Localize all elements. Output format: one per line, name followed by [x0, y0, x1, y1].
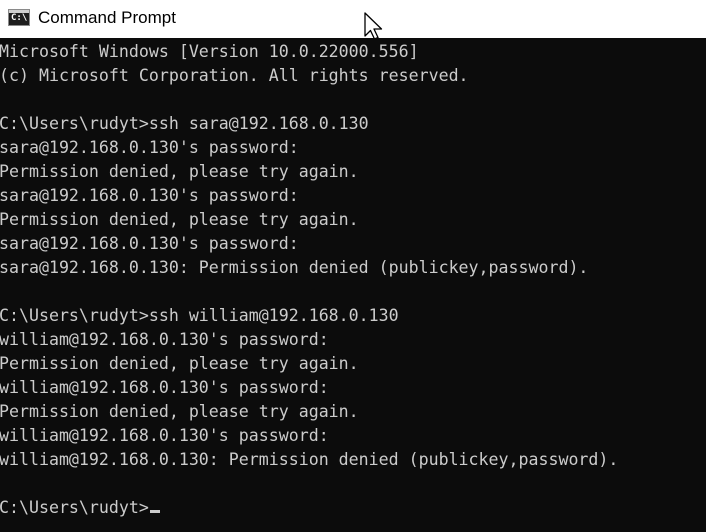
console-line: C:\Users\rudyt>ssh sara@192.168.0.130 — [0, 114, 369, 133]
prompt-line[interactable]: C:\Users\rudyt> — [0, 496, 160, 520]
console-line: sara@192.168.0.130's password: — [0, 234, 299, 253]
app-icon-glyph: C:\ — [11, 13, 28, 23]
console-line: Permission denied, please try again. — [0, 162, 359, 181]
console-line: william@192.168.0.130's password: — [0, 330, 329, 349]
window-title: Command Prompt — [38, 8, 176, 27]
command-prompt-window: C:\ Command Prompt Microsoft Windows [Ve… — [0, 0, 706, 532]
console-line: william@192.168.0.130: Permission denied… — [0, 450, 619, 469]
title-bar[interactable]: C:\ Command Prompt — [0, 0, 706, 40]
text-cursor — [149, 510, 160, 513]
console-line: Permission denied, please try again. — [0, 354, 359, 373]
command-prompt-icon: C:\ — [8, 9, 30, 26]
console-lines: Microsoft Windows [Version 10.0.22000.55… — [0, 40, 618, 496]
console-line: sara@192.168.0.130's password: — [0, 186, 299, 205]
console-line: (c) Microsoft Corporation. All rights re… — [0, 66, 469, 85]
prompt-text: C:\Users\rudyt> — [0, 498, 149, 517]
console-line: Microsoft Windows [Version 10.0.22000.55… — [0, 42, 419, 61]
console-line: C:\Users\rudyt>ssh william@192.168.0.130 — [0, 306, 399, 325]
console-output[interactable]: Microsoft Windows [Version 10.0.22000.55… — [0, 38, 706, 532]
console-line: william@192.168.0.130's password: — [0, 426, 329, 445]
console-line: william@192.168.0.130's password: — [0, 378, 329, 397]
console-line: Permission denied, please try again. — [0, 210, 359, 229]
console-line: Permission denied, please try again. — [0, 402, 359, 421]
console-line: sara@192.168.0.130's password: — [0, 138, 299, 157]
console-line: sara@192.168.0.130: Permission denied (p… — [0, 258, 589, 277]
